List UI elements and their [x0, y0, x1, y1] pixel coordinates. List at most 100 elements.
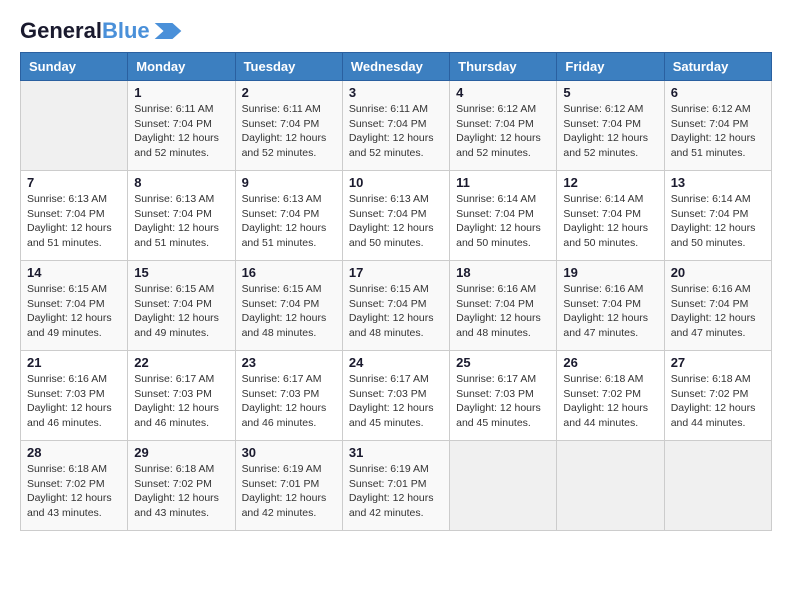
logo: GeneralBlue — [20, 20, 182, 42]
calendar-cell: 26 Sunrise: 6:18 AMSunset: 7:02 PMDayligh… — [557, 351, 664, 441]
day-number: 7 — [27, 175, 121, 190]
calendar-cell — [21, 81, 128, 171]
weekday-header: Saturday — [664, 53, 771, 81]
calendar-cell: 31 Sunrise: 6:19 AMSunset: 7:01 PMDayligh… — [342, 441, 449, 531]
calendar-cell: 30 Sunrise: 6:19 AMSunset: 7:01 PMDayligh… — [235, 441, 342, 531]
weekday-header: Monday — [128, 53, 235, 81]
weekday-header: Tuesday — [235, 53, 342, 81]
calendar-cell: 28 Sunrise: 6:18 AMSunset: 7:02 PMDayligh… — [21, 441, 128, 531]
day-detail: Sunrise: 6:16 AMSunset: 7:04 PMDaylight:… — [671, 282, 765, 341]
day-detail: Sunrise: 6:13 AMSunset: 7:04 PMDaylight:… — [349, 192, 443, 251]
calendar-cell — [557, 441, 664, 531]
day-number: 20 — [671, 265, 765, 280]
day-number: 27 — [671, 355, 765, 370]
day-number: 23 — [242, 355, 336, 370]
day-detail: Sunrise: 6:14 AMSunset: 7:04 PMDaylight:… — [563, 192, 657, 251]
day-number: 28 — [27, 445, 121, 460]
calendar-cell: 13 Sunrise: 6:14 AMSunset: 7:04 PMDayligh… — [664, 171, 771, 261]
day-detail: Sunrise: 6:11 AMSunset: 7:04 PMDaylight:… — [349, 102, 443, 161]
day-number: 22 — [134, 355, 228, 370]
day-detail: Sunrise: 6:17 AMSunset: 7:03 PMDaylight:… — [242, 372, 336, 431]
day-detail: Sunrise: 6:12 AMSunset: 7:04 PMDaylight:… — [671, 102, 765, 161]
calendar-cell: 6 Sunrise: 6:12 AMSunset: 7:04 PMDaylight… — [664, 81, 771, 171]
day-number: 17 — [349, 265, 443, 280]
day-detail: Sunrise: 6:12 AMSunset: 7:04 PMDaylight:… — [563, 102, 657, 161]
weekday-header: Sunday — [21, 53, 128, 81]
day-number: 10 — [349, 175, 443, 190]
day-number: 6 — [671, 85, 765, 100]
calendar-cell: 15 Sunrise: 6:15 AMSunset: 7:04 PMDayligh… — [128, 261, 235, 351]
calendar-cell: 23 Sunrise: 6:17 AMSunset: 7:03 PMDayligh… — [235, 351, 342, 441]
day-detail: Sunrise: 6:11 AMSunset: 7:04 PMDaylight:… — [242, 102, 336, 161]
day-number: 5 — [563, 85, 657, 100]
logo-text: GeneralBlue — [20, 20, 150, 42]
day-number: 1 — [134, 85, 228, 100]
calendar-cell: 29 Sunrise: 6:18 AMSunset: 7:02 PMDayligh… — [128, 441, 235, 531]
calendar-cell: 9 Sunrise: 6:13 AMSunset: 7:04 PMDaylight… — [235, 171, 342, 261]
calendar-cell: 21 Sunrise: 6:16 AMSunset: 7:03 PMDayligh… — [21, 351, 128, 441]
calendar-cell: 4 Sunrise: 6:12 AMSunset: 7:04 PMDaylight… — [450, 81, 557, 171]
day-number: 14 — [27, 265, 121, 280]
calendar-cell — [664, 441, 771, 531]
day-number: 31 — [349, 445, 443, 460]
logo-icon — [154, 23, 182, 39]
day-detail: Sunrise: 6:15 AMSunset: 7:04 PMDaylight:… — [27, 282, 121, 341]
day-number: 4 — [456, 85, 550, 100]
calendar-cell — [450, 441, 557, 531]
day-number: 3 — [349, 85, 443, 100]
day-detail: Sunrise: 6:15 AMSunset: 7:04 PMDaylight:… — [349, 282, 443, 341]
day-detail: Sunrise: 6:15 AMSunset: 7:04 PMDaylight:… — [134, 282, 228, 341]
day-detail: Sunrise: 6:12 AMSunset: 7:04 PMDaylight:… — [456, 102, 550, 161]
day-number: 30 — [242, 445, 336, 460]
day-detail: Sunrise: 6:16 AMSunset: 7:03 PMDaylight:… — [27, 372, 121, 431]
calendar-cell: 25 Sunrise: 6:17 AMSunset: 7:03 PMDayligh… — [450, 351, 557, 441]
day-detail: Sunrise: 6:17 AMSunset: 7:03 PMDaylight:… — [349, 372, 443, 431]
day-number: 11 — [456, 175, 550, 190]
calendar-cell: 7 Sunrise: 6:13 AMSunset: 7:04 PMDaylight… — [21, 171, 128, 261]
weekday-header: Friday — [557, 53, 664, 81]
day-number: 26 — [563, 355, 657, 370]
day-number: 18 — [456, 265, 550, 280]
day-detail: Sunrise: 6:19 AMSunset: 7:01 PMDaylight:… — [242, 462, 336, 521]
day-detail: Sunrise: 6:13 AMSunset: 7:04 PMDaylight:… — [242, 192, 336, 251]
day-detail: Sunrise: 6:19 AMSunset: 7:01 PMDaylight:… — [349, 462, 443, 521]
day-detail: Sunrise: 6:13 AMSunset: 7:04 PMDaylight:… — [134, 192, 228, 251]
calendar-cell: 27 Sunrise: 6:18 AMSunset: 7:02 PMDayligh… — [664, 351, 771, 441]
day-number: 24 — [349, 355, 443, 370]
day-detail: Sunrise: 6:15 AMSunset: 7:04 PMDaylight:… — [242, 282, 336, 341]
calendar-cell: 16Sunrise: 6:15 AMSunset: 7:04 PMDayligh… — [235, 261, 342, 351]
calendar-table: SundayMondayTuesdayWednesdayThursdayFrid… — [20, 52, 772, 531]
day-number: 21 — [27, 355, 121, 370]
day-number: 19 — [563, 265, 657, 280]
calendar-cell: 5 Sunrise: 6:12 AMSunset: 7:04 PMDaylight… — [557, 81, 664, 171]
calendar-cell: 20 Sunrise: 6:16 AMSunset: 7:04 PMDayligh… — [664, 261, 771, 351]
day-number: 2 — [242, 85, 336, 100]
calendar-cell: 18 Sunrise: 6:16 AMSunset: 7:04 PMDayligh… — [450, 261, 557, 351]
day-number: 9 — [242, 175, 336, 190]
day-detail: Sunrise: 6:17 AMSunset: 7:03 PMDaylight:… — [134, 372, 228, 431]
calendar-cell: 12Sunrise: 6:14 AMSunset: 7:04 PMDayligh… — [557, 171, 664, 261]
calendar-cell: 19Sunrise: 6:16 AMSunset: 7:04 PMDayligh… — [557, 261, 664, 351]
day-number: 13 — [671, 175, 765, 190]
day-number: 25 — [456, 355, 550, 370]
day-number: 8 — [134, 175, 228, 190]
calendar-cell: 24 Sunrise: 6:17 AMSunset: 7:03 PMDayligh… — [342, 351, 449, 441]
day-number: 29 — [134, 445, 228, 460]
day-number: 15 — [134, 265, 228, 280]
weekday-header: Thursday — [450, 53, 557, 81]
calendar-cell: 14 Sunrise: 6:15 AMSunset: 7:04 PMDayligh… — [21, 261, 128, 351]
calendar-cell: 1 Sunrise: 6:11 AMSunset: 7:04 PMDaylight… — [128, 81, 235, 171]
calendar-cell: 22 Sunrise: 6:17 AMSunset: 7:03 PMDayligh… — [128, 351, 235, 441]
day-detail: Sunrise: 6:14 AMSunset: 7:04 PMDaylight:… — [671, 192, 765, 251]
calendar-cell: 10 Sunrise: 6:13 AMSunset: 7:04 PMDayligh… — [342, 171, 449, 261]
day-detail: Sunrise: 6:11 AMSunset: 7:04 PMDaylight:… — [134, 102, 228, 161]
day-detail: Sunrise: 6:18 AMSunset: 7:02 PMDaylight:… — [27, 462, 121, 521]
calendar-cell: 11Sunrise: 6:14 AMSunset: 7:04 PMDayligh… — [450, 171, 557, 261]
day-detail: Sunrise: 6:16 AMSunset: 7:04 PMDaylight:… — [456, 282, 550, 341]
day-detail: Sunrise: 6:18 AMSunset: 7:02 PMDaylight:… — [134, 462, 228, 521]
day-detail: Sunrise: 6:18 AMSunset: 7:02 PMDaylight:… — [671, 372, 765, 431]
calendar-cell: 2 Sunrise: 6:11 AMSunset: 7:04 PMDaylight… — [235, 81, 342, 171]
day-detail: Sunrise: 6:13 AMSunset: 7:04 PMDaylight:… — [27, 192, 121, 251]
day-detail: Sunrise: 6:17 AMSunset: 7:03 PMDaylight:… — [456, 372, 550, 431]
day-detail: Sunrise: 6:18 AMSunset: 7:02 PMDaylight:… — [563, 372, 657, 431]
